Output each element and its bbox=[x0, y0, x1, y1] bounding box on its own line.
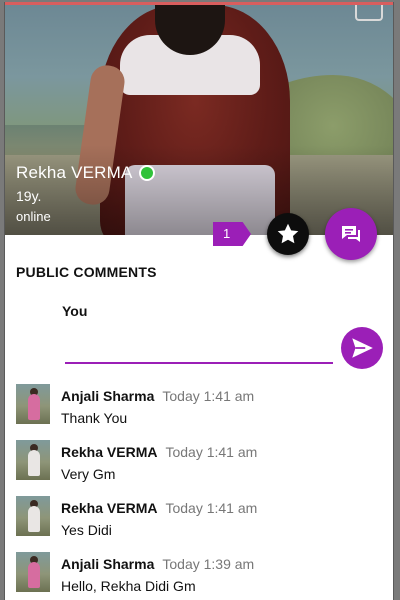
commenter-avatar[interactable] bbox=[16, 496, 50, 536]
comment-author[interactable]: Rekha VERMA bbox=[61, 444, 157, 460]
comment-item: Anjali Sharma Today 1:41 am Thank You bbox=[5, 382, 393, 438]
comment-author[interactable]: Rekha VERMA bbox=[61, 500, 157, 516]
profile-card: Rekha VERMA 19y. online 1 PUBLIC COMMENT… bbox=[4, 2, 394, 600]
comment-item: Rekha VERMA Today 1:41 am Very Gm bbox=[5, 438, 393, 494]
comment-input[interactable] bbox=[65, 332, 333, 364]
online-indicator-icon bbox=[138, 165, 155, 181]
comment-time: Today 1:41 am bbox=[165, 444, 258, 460]
comment-time: Today 1:39 am bbox=[162, 556, 255, 572]
public-comments-heading: PUBLIC COMMENTS bbox=[16, 264, 157, 280]
comment-time: Today 1:41 am bbox=[162, 388, 255, 404]
profile-photo[interactable]: Rekha VERMA 19y. online bbox=[5, 5, 393, 235]
photo-corner-icon[interactable] bbox=[355, 5, 383, 21]
chat-icon bbox=[342, 226, 360, 242]
chat-button[interactable] bbox=[325, 208, 377, 260]
comment-author-line: Anjali Sharma Today 1:39 am bbox=[61, 556, 254, 572]
comment-time: Today 1:41 am bbox=[165, 500, 258, 516]
send-comment-button[interactable] bbox=[341, 327, 383, 369]
profile-status: online bbox=[16, 209, 51, 224]
comment-author[interactable]: Anjali Sharma bbox=[61, 388, 154, 404]
comment-author-line: Anjali Sharma Today 1:41 am bbox=[61, 388, 254, 404]
composer-author-label: You bbox=[62, 303, 88, 319]
comment-text: Hello, Rekha Didi Gm bbox=[61, 578, 196, 594]
star-icon bbox=[277, 223, 299, 244]
comment-text: Thank You bbox=[61, 410, 128, 426]
commenter-avatar[interactable] bbox=[16, 384, 50, 424]
comment-item: Rekha VERMA Today 1:41 am Yes Didi bbox=[5, 494, 393, 550]
comment-text: Very Gm bbox=[61, 466, 116, 482]
comment-author[interactable]: Anjali Sharma bbox=[61, 556, 154, 572]
comment-author-line: Rekha VERMA Today 1:41 am bbox=[61, 444, 257, 460]
profile-name: Rekha VERMA bbox=[16, 163, 133, 182]
commenter-avatar[interactable] bbox=[16, 552, 50, 592]
favorite-button[interactable] bbox=[267, 213, 309, 255]
profile-name-row: Rekha VERMA bbox=[16, 163, 155, 183]
comment-item: Anjali Sharma Today 1:39 am Hello, Rekha … bbox=[5, 550, 393, 600]
comment-text: Yes Didi bbox=[61, 522, 112, 538]
comment-author-line: Rekha VERMA Today 1:41 am bbox=[61, 500, 257, 516]
send-icon bbox=[352, 338, 373, 358]
commenter-avatar[interactable] bbox=[16, 440, 50, 480]
profile-age: 19y. bbox=[16, 188, 42, 204]
